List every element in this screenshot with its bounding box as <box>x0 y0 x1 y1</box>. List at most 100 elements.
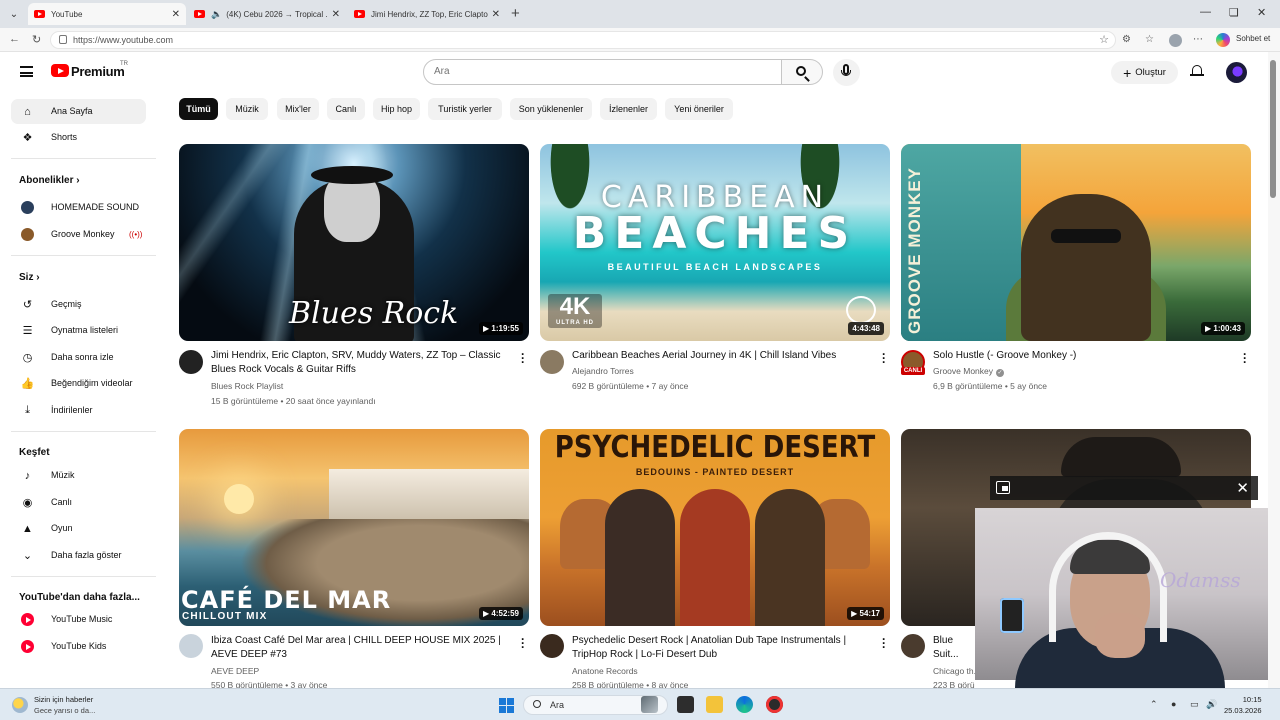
chip-watched[interactable]: İzlenenler <box>600 98 657 120</box>
pip-close-icon[interactable]: ✕ <box>1236 479 1249 497</box>
tray-chevron-up-icon[interactable]: ⌃ <box>1150 699 1158 710</box>
more-options-icon[interactable]: ⋯ <box>1193 34 1203 45</box>
pip-title-bar[interactable]: ✕ <box>990 476 1258 500</box>
news-widget-subtitle[interactable]: Gece yarısı o da... <box>34 706 95 715</box>
sidebar-item-live[interactable]: ◉ Canlı <box>11 490 146 515</box>
browser-tab-cebu[interactable]: 🔈 (4K) Cebu 2026 → Tropical ... ✕ <box>188 3 346 25</box>
sidebar-item-gaming[interactable]: ▲ Oyun <box>11 516 146 541</box>
tab-close-icon[interactable]: ✕ <box>172 9 180 20</box>
channel-name[interactable]: Blues Rock Playlist <box>211 381 283 391</box>
tray-volume-icon[interactable]: 🔊 <box>1206 699 1217 710</box>
channel-name[interactable]: Chicago th... <box>933 666 975 676</box>
channel-name[interactable]: AEVE DEEP <box>211 666 259 676</box>
subscriptions-heading[interactable]: Abonelikler › <box>19 175 80 186</box>
tab-close-icon[interactable]: ✕ <box>332 9 340 20</box>
chip-recently-uploaded[interactable]: Son yüklenenler <box>510 98 592 120</box>
extensions-icon[interactable]: ⚙ <box>1122 34 1131 45</box>
minimize-icon[interactable]: — <box>1200 6 1211 18</box>
chip-hip-hop[interactable]: Hip hop <box>373 98 420 120</box>
video-title[interactable]: Blue Suit... Tranquil ... <box>933 634 975 662</box>
video-title[interactable]: Psychedelic Desert Rock | Anatolian Dub … <box>572 634 872 662</box>
weather-icon[interactable] <box>12 697 28 713</box>
video-title[interactable]: Solo Hustle (- Groove Monkey -) <box>933 349 1233 363</box>
you-heading[interactable]: Siz › <box>19 272 40 283</box>
new-tab-icon[interactable]: + <box>511 5 520 22</box>
search-input[interactable] <box>434 66 764 77</box>
create-button[interactable]: + Oluştur <box>1111 61 1178 84</box>
copilot-icon[interactable] <box>1216 33 1230 47</box>
video-more-icon[interactable]: · · · <box>880 633 888 653</box>
sidebar-item-watch-later[interactable]: ◷ Daha sonra izle <box>11 345 146 370</box>
video-title[interactable]: Caribbean Beaches Aerial Journey in 4K |… <box>572 349 872 363</box>
chip-mixes[interactable]: Mix'ler <box>277 98 319 120</box>
sidebar-item-shorts[interactable]: ❖ Shorts <box>11 125 146 150</box>
favorite-star-icon[interactable]: ☆ <box>1099 33 1109 46</box>
video-more-icon[interactable]: · · · <box>519 633 527 653</box>
video-more-icon[interactable]: · · · <box>1241 348 1249 368</box>
sidebar-item-groove-monkey[interactable]: Groove Monkey ((•)) <box>11 222 146 247</box>
reload-icon[interactable]: ↻ <box>32 33 41 46</box>
logo-text[interactable]: Premium <box>71 64 125 79</box>
youtube-logo-icon[interactable] <box>51 64 69 77</box>
sidebar-item-history[interactable]: ↺ Geçmiş <box>11 292 146 317</box>
sidebar-item-music[interactable]: ♪ Müzik <box>11 463 146 488</box>
back-icon[interactable]: ← <box>9 33 20 45</box>
sidebar-item-playlists[interactable]: ☰ Oynatma listeleri <box>11 318 146 343</box>
taskbar-app-icon[interactable] <box>641 696 658 713</box>
video-thumbnail[interactable]: Blues Rock ▶ 1:19:55 <box>179 144 529 341</box>
tray-mic-icon[interactable]: ● <box>1171 699 1176 709</box>
profile-avatar[interactable] <box>1169 34 1182 47</box>
voice-search-button[interactable] <box>833 59 860 86</box>
scrollbar-thumb[interactable] <box>1270 60 1276 198</box>
chip-tourist-places[interactable]: Turistik yerler <box>428 98 502 120</box>
file-explorer-dark-icon[interactable] <box>677 696 694 713</box>
channel-name[interactable]: Anatone Records <box>572 666 638 676</box>
channel-name[interactable]: Groove Monkey ✓ <box>933 366 1004 377</box>
window-close-icon[interactable]: ✕ <box>1257 6 1266 19</box>
account-avatar[interactable] <box>1226 62 1247 83</box>
copilot-label[interactable]: Sohbet et <box>1236 34 1270 43</box>
chip-live[interactable]: Canlı <box>327 98 365 120</box>
restore-icon[interactable]: ❏ <box>1229 6 1239 19</box>
tray-battery-icon[interactable]: ▭ <box>1190 699 1199 710</box>
sidebar-item-youtube-music[interactable]: YouTube Music <box>11 607 146 632</box>
sidebar-item-youtube-kids[interactable]: YouTube Kids <box>11 634 146 659</box>
browser-tab-youtube[interactable]: YouTube ✕ <box>28 3 186 25</box>
video-more-icon[interactable]: · · · <box>519 348 527 368</box>
sidebar-item-home[interactable]: ⌂ Ana Sayfa <box>11 99 146 124</box>
video-thumbnail[interactable]: PSYCHEDELIC DESERT BEDOUINS - PAINTED DE… <box>540 429 890 626</box>
search-box[interactable] <box>423 59 782 85</box>
browser-tab-jimi[interactable]: Jimi Hendrix, ZZ Top, Eric Clapton, ... … <box>348 3 506 25</box>
search-button[interactable] <box>782 59 823 85</box>
channel-avatar[interactable] <box>179 350 203 374</box>
channel-avatar[interactable] <box>540 350 564 374</box>
windows-start-icon[interactable] <box>499 698 514 713</box>
video-title[interactable]: Ibiza Coast Café Del Mar area | CHILL DE… <box>211 634 511 662</box>
picture-in-picture-icon[interactable] <box>996 481 1010 494</box>
chip-music[interactable]: Müzik <box>226 98 268 120</box>
channel-avatar[interactable] <box>540 634 564 658</box>
video-thumbnail[interactable]: CAFÉ DEL MAR CHILLOUT MIX ▶ 4:52:59 <box>179 429 529 626</box>
chip-all[interactable]: Tümü <box>179 98 218 120</box>
speaker-icon[interactable]: 🔈 <box>211 9 222 20</box>
url-text[interactable]: https://www.youtube.com <box>73 35 173 45</box>
notifications-bell-icon[interactable] <box>1190 64 1204 77</box>
tab-actions-menu-icon[interactable]: ⌄ <box>4 4 24 24</box>
folder-icon[interactable] <box>706 696 723 713</box>
video-thumbnail[interactable]: CARIBBEAN BEACHES BEAUTIFUL BEACH LANDSC… <box>540 144 890 341</box>
edge-browser-icon[interactable] <box>736 696 753 713</box>
sidebar-item-downloads[interactable]: ⤓ İndirilenler <box>11 398 146 423</box>
chip-new-to-you[interactable]: Yeni öneriler <box>665 98 733 120</box>
obs-icon[interactable] <box>766 696 783 713</box>
sidebar-item-homemade-sound[interactable]: HOMEMADE SOUND <box>11 195 146 220</box>
channel-name[interactable]: Alejandro Torres <box>572 366 634 376</box>
video-thumbnail[interactable]: GROOVE MONKEY ▶ 1:00:43 <box>901 144 1251 341</box>
sidebar-item-show-more[interactable]: ⌄ Daha fazla göster <box>11 543 146 568</box>
tab-close-icon[interactable]: ✕ <box>492 9 500 20</box>
address-bar[interactable]: https://www.youtube.com ☆ <box>50 31 1116 49</box>
video-title[interactable]: Jimi Hendrix, Eric Clapton, SRV, Muddy W… <box>211 349 511 377</box>
taskbar-clock[interactable]: 10:15 25.03.2026 <box>1224 694 1262 716</box>
lock-icon[interactable] <box>59 35 67 44</box>
news-widget-title[interactable]: Sizin için haberler <box>34 695 93 704</box>
menu-icon[interactable] <box>20 66 33 77</box>
